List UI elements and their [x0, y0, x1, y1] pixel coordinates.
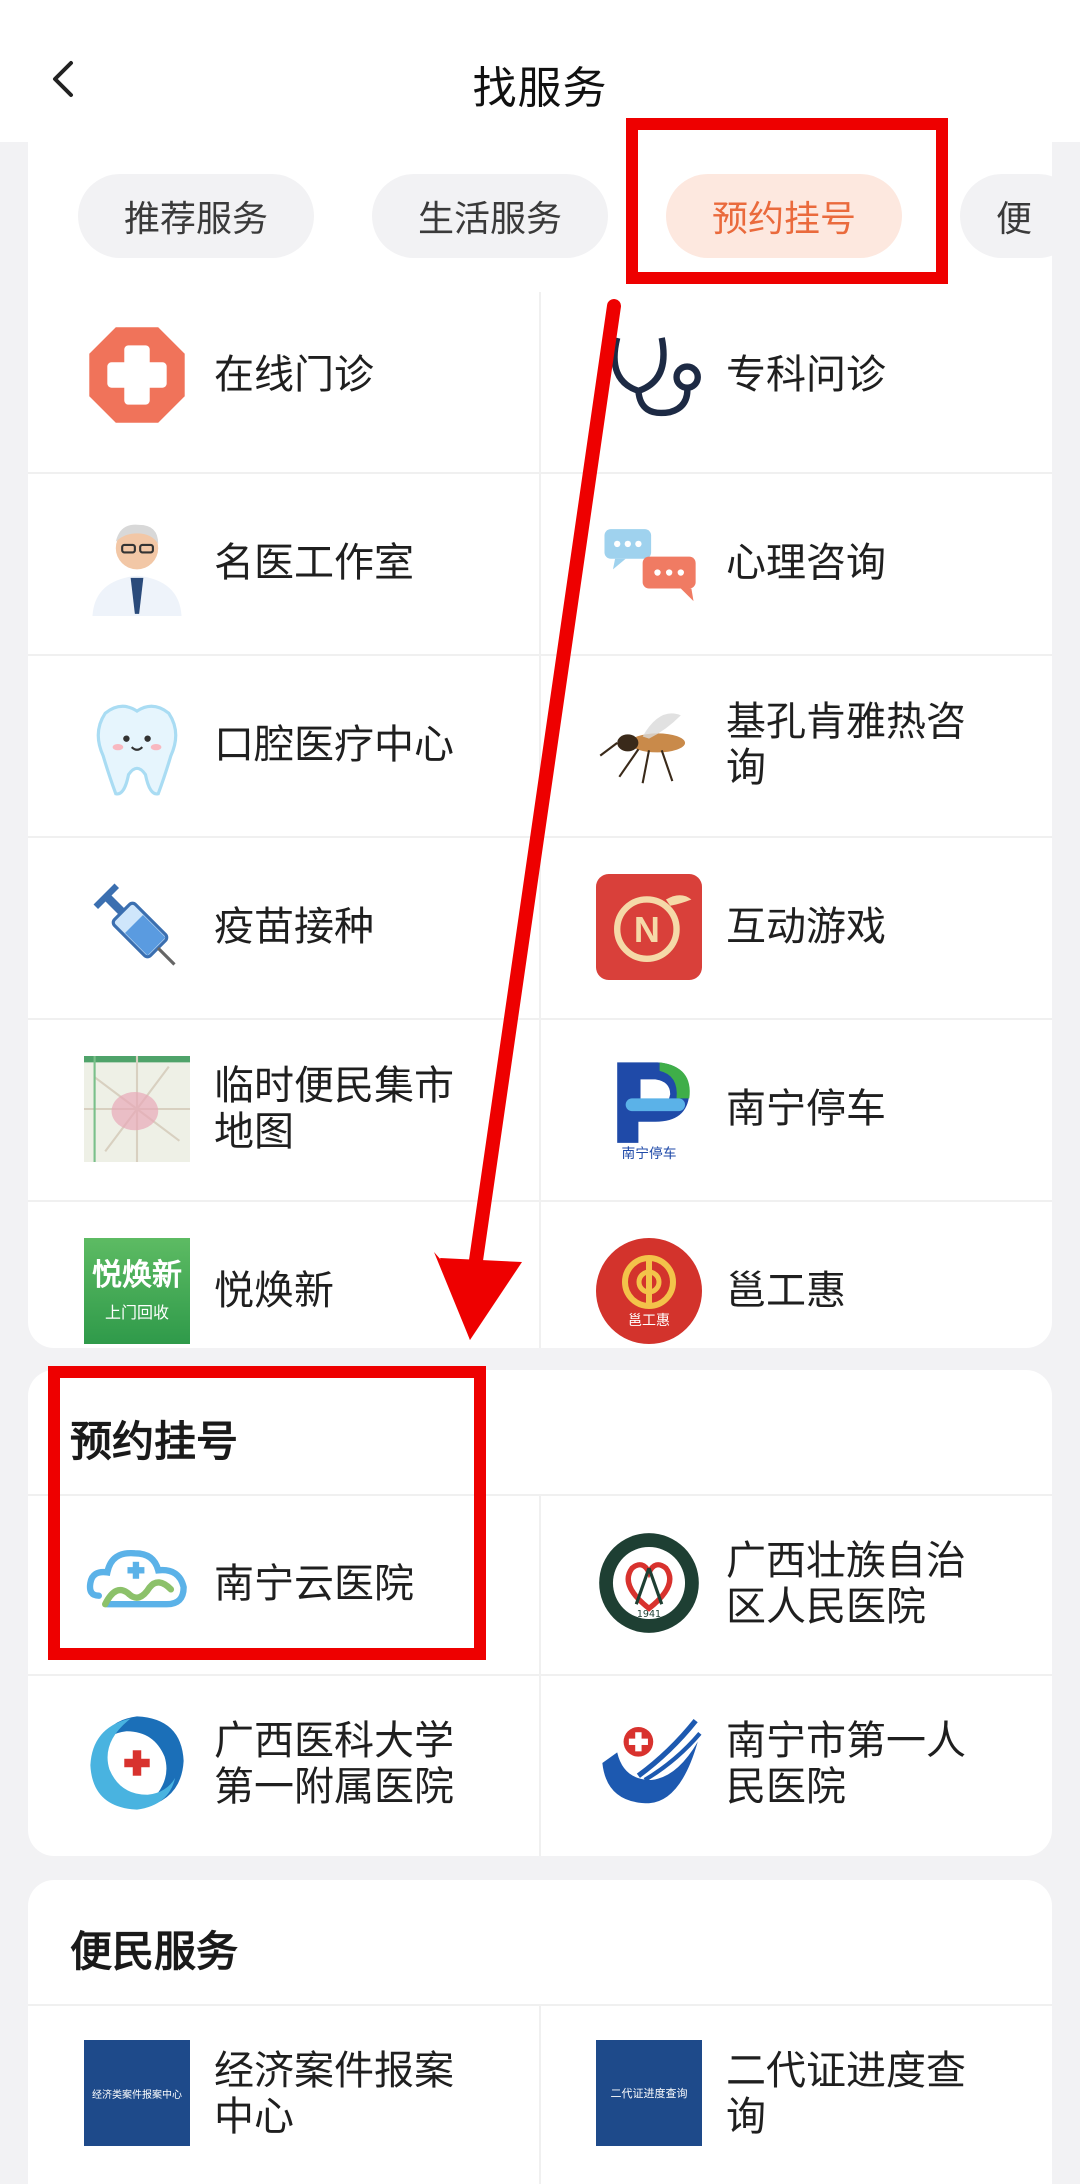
union-emblem-icon: 邕工惠 — [596, 1238, 702, 1344]
hospital-guangxi-peoples[interactable]: 1941 广西壮族自治区人民医院 — [540, 1494, 1052, 1674]
service-id-card-progress[interactable]: 二代证进度查询 二代证进度查询 — [540, 2004, 1052, 2184]
swirl-cross-icon — [90, 1716, 184, 1810]
service-vaccine[interactable]: 疫苗接种 — [28, 836, 540, 1018]
tab-convenience[interactable]: 便 — [960, 174, 1052, 258]
map-thumbnail-icon — [84, 1056, 190, 1162]
service-online-clinic[interactable]: 在线门诊 — [28, 284, 540, 466]
icon-text: 邕工惠 — [628, 1313, 670, 1329]
icon-text: 经济类案件报案中心 — [92, 2089, 182, 2101]
tooth-icon — [96, 704, 178, 796]
service-nanning-parking[interactable]: 南宁停车 南宁停车 — [540, 1018, 1052, 1200]
service-label: 互动游戏 — [726, 904, 886, 950]
syringe-icon — [93, 883, 176, 966]
annotation-box-hospital — [48, 1366, 486, 1660]
hospital-nanning-first[interactable]: 南宁市第一人民医院 — [540, 1674, 1052, 1854]
tab-life[interactable]: 生活服务 — [372, 174, 608, 258]
service-label: 疫苗接种 — [214, 904, 374, 950]
seal-year-text: 1941 — [637, 1609, 661, 1620]
service-label: 悦焕新 — [214, 1268, 334, 1314]
service-label: 经济案件报案中心 — [214, 2048, 454, 2140]
service-chikungunya[interactable]: 基孔肯雅热咨询 — [540, 654, 1052, 836]
service-label: 基孔肯雅热咨询 — [726, 699, 966, 791]
service-label: 心理咨询 — [726, 540, 886, 586]
service-specialist[interactable]: 专科问诊 — [540, 284, 1052, 466]
service-label: 在线门诊 — [214, 352, 374, 398]
blue-square-icon: 经济类案件报案中心 — [84, 2040, 190, 2146]
icon-text: 二代证进度查询 — [610, 2087, 688, 2100]
tab-recommended[interactable]: 推荐服务 — [78, 174, 314, 258]
blue-square-icon: 二代证进度查询 — [596, 2040, 702, 2146]
medical-cross-icon — [89, 327, 185, 423]
icon-subtext: 上门回收 — [104, 1303, 169, 1322]
mosquito-icon — [599, 713, 686, 784]
annotation-box-tab — [626, 118, 948, 284]
doctor-avatar-icon — [92, 524, 182, 616]
service-economic-case[interactable]: 经济类案件报案中心 经济案件报案中心 — [28, 2004, 540, 2184]
service-interactive-game[interactable]: N 互动游戏 — [540, 836, 1052, 1018]
parking-icon: 南宁停车 — [617, 1062, 690, 1162]
service-yuehuanxin[interactable]: 悦焕新 上门回收 悦焕新 — [28, 1200, 540, 1348]
svg-text:N: N — [634, 909, 660, 950]
service-market-map[interactable]: 临时便民集市地图 — [28, 1018, 540, 1200]
hospital-seal-icon: 1941 — [599, 1533, 699, 1633]
service-grid: 在线门诊 专科问诊 名医工作室 心理咨询 口腔医疗中心 基孔肯雅热咨询 疫苗接种… — [28, 292, 1052, 1348]
service-label: 南宁停车 — [726, 1086, 886, 1132]
hospital-label: 南宁市第一人民医院 — [726, 1718, 966, 1810]
service-label: 口腔医疗中心 — [214, 722, 454, 768]
service-psychology[interactable]: 心理咨询 — [540, 472, 1052, 654]
service-dental[interactable]: 口腔医疗中心 — [28, 654, 540, 836]
service-label: 邕工惠 — [726, 1268, 846, 1314]
hospital-gxmu-first[interactable]: 广西医科大学第一附属医院 — [28, 1674, 540, 1854]
stethoscope-icon — [611, 337, 701, 417]
svg-text:南宁停车: 南宁停车 — [621, 1145, 676, 1162]
hospital-label: 广西医科大学第一附属医院 — [214, 1718, 454, 1810]
convenience-section-title: 便民服务 — [70, 1927, 239, 1976]
services-card: 推荐服务 生活服务 预约挂号 便 在线门诊 专科问诊 名医工作室 心理咨询 口腔… — [28, 110, 1052, 1348]
page-title: 找服务 — [472, 63, 608, 114]
icon-text: 悦焕新 — [92, 1258, 182, 1293]
chat-bubbles-icon — [604, 529, 696, 602]
n-game-icon: N — [596, 874, 702, 980]
hospital-label: 广西壮族自治区人民医院 — [726, 1538, 966, 1630]
service-famous-doctor[interactable]: 名医工作室 — [28, 472, 540, 654]
convenience-card: 便民服务 经济类案件报案中心 经济案件报案中心 二代证进度查询 二代证进度查询 — [28, 1880, 1052, 2184]
service-label: 专科问诊 — [726, 352, 886, 398]
service-label: 二代证进度查询 — [726, 2048, 966, 2140]
yuehuanxin-icon: 悦焕新 上门回收 — [84, 1238, 190, 1344]
service-label: 临时便民集市地图 — [214, 1063, 454, 1155]
service-yonggonghui[interactable]: 邕工惠 邕工惠 — [540, 1200, 1052, 1348]
bird-cross-icon — [602, 1718, 702, 1804]
service-label: 名医工作室 — [214, 540, 414, 586]
